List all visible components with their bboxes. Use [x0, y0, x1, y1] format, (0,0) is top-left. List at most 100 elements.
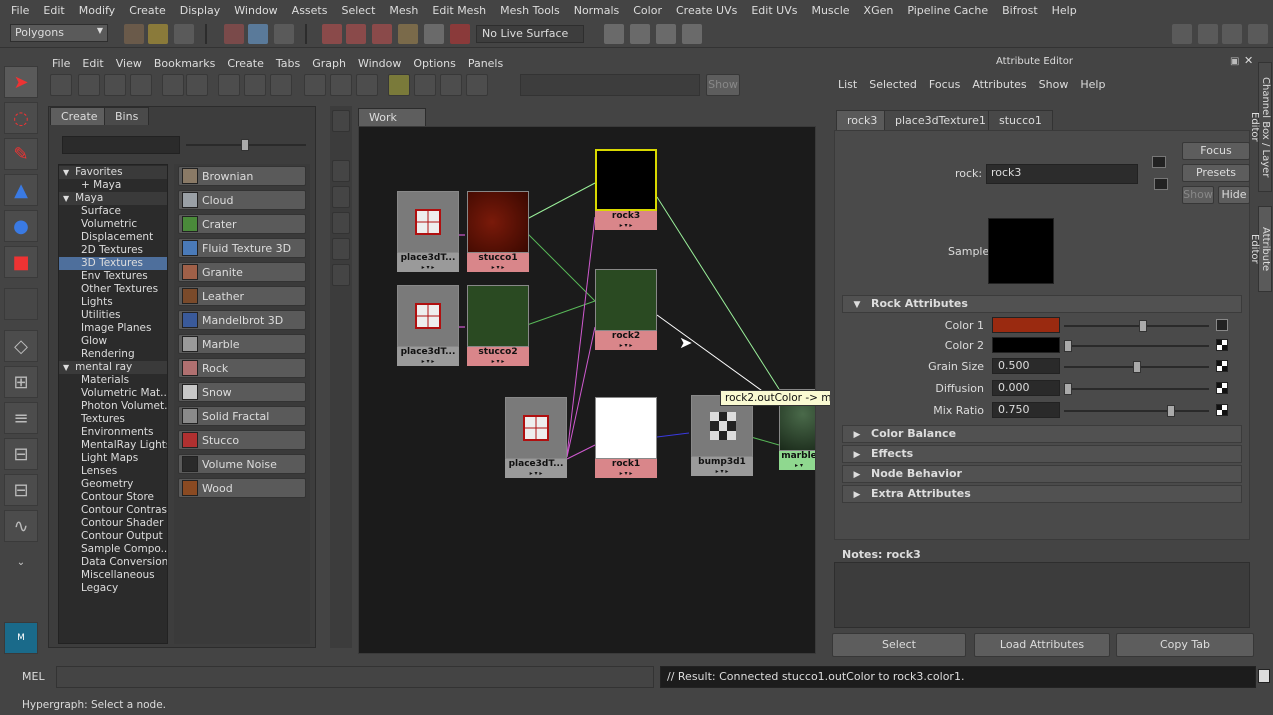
- attr-value-field[interactable]: 0.000: [992, 380, 1060, 396]
- open-scene-icon[interactable]: [148, 24, 168, 44]
- menu-help[interactable]: Help: [1045, 4, 1084, 17]
- tree-item-environments[interactable]: Environments: [59, 426, 167, 439]
- layout-bottom-icon[interactable]: [130, 74, 152, 96]
- attr-slider[interactable]: [1064, 340, 1209, 352]
- menu-xgen[interactable]: XGen: [857, 4, 901, 17]
- create-node-wood[interactable]: Wood: [178, 478, 306, 498]
- hg-menu-graph[interactable]: Graph: [306, 57, 352, 70]
- tree-item-3d-textures[interactable]: 3D Textures: [59, 257, 167, 270]
- toggle-labels-icon[interactable]: [414, 74, 436, 96]
- hg-menu-options[interactable]: Options: [407, 57, 461, 70]
- node-stucco1[interactable]: stucco1 ▸ ▾ ▸: [467, 191, 529, 277]
- menu-create-uvs[interactable]: Create UVs: [669, 4, 744, 17]
- float-icon[interactable]: ▣: [1230, 56, 1239, 67]
- tree-item-favorites[interactable]: ▼ Favorites: [59, 166, 167, 179]
- notes-field[interactable]: [834, 562, 1250, 628]
- section-rock-attributes[interactable]: ▼ Rock Attributes: [842, 295, 1242, 313]
- rotate-tool-icon[interactable]: ●: [4, 210, 38, 242]
- ae-menu-show[interactable]: Show: [1035, 78, 1077, 94]
- ae-menu-list[interactable]: List: [834, 78, 865, 94]
- attr-value-field[interactable]: 0.500: [992, 358, 1060, 374]
- tree-item-geometry[interactable]: Geometry: [59, 478, 167, 491]
- tree-item-lenses[interactable]: Lenses: [59, 465, 167, 478]
- go-output-icon[interactable]: [1154, 178, 1168, 190]
- select-hierarchy-icon[interactable]: [224, 24, 244, 44]
- node-place3d-1[interactable]: place3dT... ▸ ▾ ▸: [397, 191, 459, 277]
- layout-outliner-icon[interactable]: ≡: [4, 402, 38, 434]
- tree-item-contour-store[interactable]: Contour Store: [59, 491, 167, 504]
- ae-menu-selected[interactable]: Selected: [865, 78, 925, 94]
- layout-icon[interactable]: [1172, 24, 1192, 44]
- tree-item-other-textures[interactable]: Other Textures: [59, 283, 167, 296]
- tab-create[interactable]: Create: [50, 107, 109, 125]
- graph-view-icon[interactable]: [304, 74, 326, 96]
- render-settings-icon[interactable]: [682, 24, 702, 44]
- menu-window[interactable]: Window: [227, 4, 284, 17]
- slider-handle[interactable]: [1064, 340, 1072, 352]
- hg-menu-view[interactable]: View: [110, 57, 148, 70]
- node-ports[interactable]: ▸ ▾: [779, 462, 815, 470]
- ipr-render-icon[interactable]: [656, 24, 676, 44]
- color-swatch[interactable]: [992, 337, 1060, 353]
- select-tool-icon[interactable]: ➤: [4, 66, 38, 98]
- create-node-cloud[interactable]: Cloud: [178, 190, 306, 210]
- layout-single-icon[interactable]: ◇: [4, 330, 38, 362]
- create-node-marble[interactable]: Marble: [178, 334, 306, 354]
- tree-item-contour-contrast[interactable]: Contour Contrast: [59, 504, 167, 517]
- hg-menu-panels[interactable]: Panels: [462, 57, 509, 70]
- list-icon[interactable]: [50, 74, 72, 96]
- tree-item-rendering[interactable]: Rendering: [59, 348, 167, 361]
- filter-field[interactable]: [520, 74, 700, 96]
- tree-item-surface[interactable]: Surface: [59, 205, 167, 218]
- rearrange-icon[interactable]: [440, 74, 462, 96]
- load-attributes-button[interactable]: Load Attributes: [974, 633, 1110, 657]
- menu-create[interactable]: Create: [122, 4, 173, 17]
- tree-item-lights[interactable]: Lights: [59, 296, 167, 309]
- ae-menu-help[interactable]: Help: [1076, 78, 1113, 94]
- tab-place3dtexture1[interactable]: place3dTexture1: [884, 110, 997, 132]
- slider-handle[interactable]: [1166, 405, 1175, 417]
- node-place3d-2[interactable]: place3dT... ▸ ▾ ▸: [397, 285, 459, 371]
- tree-item-data-conversion[interactable]: Data Conversion: [59, 556, 167, 569]
- show-button[interactable]: Show: [1182, 186, 1214, 204]
- snap-surface-icon[interactable]: [424, 24, 444, 44]
- script-editor-icon[interactable]: [1258, 669, 1270, 683]
- node-ports[interactable]: ▸ ▾ ▸: [467, 358, 529, 366]
- checker-map-icon[interactable]: [1216, 339, 1228, 351]
- menu-edit-uvs[interactable]: Edit UVs: [744, 4, 804, 17]
- node-ports[interactable]: ▸ ▾ ▸: [595, 470, 657, 478]
- create-node-mandelbrot-3d[interactable]: Mandelbrot 3D: [178, 310, 306, 330]
- menu-mesh[interactable]: Mesh: [382, 4, 425, 17]
- tree-item-miscellaneous[interactable]: Miscellaneous: [59, 569, 167, 582]
- tree-item-materials[interactable]: Materials: [59, 374, 167, 387]
- focus-button[interactable]: Focus: [1182, 142, 1250, 160]
- tree-item-mentalray-lights[interactable]: MentalRay Lights: [59, 439, 167, 452]
- strip-button-icon[interactable]: [332, 110, 350, 132]
- node-ports[interactable]: ▸ ▾ ▸: [397, 358, 459, 366]
- hg-menu-edit[interactable]: Edit: [76, 57, 109, 70]
- remove-nodes-icon[interactable]: [270, 74, 292, 96]
- map-connected-icon[interactable]: [1216, 319, 1228, 331]
- snap-grid-icon[interactable]: [322, 24, 342, 44]
- toggle-swatch-icon[interactable]: [388, 74, 410, 96]
- snap-curve-icon[interactable]: [346, 24, 366, 44]
- attr-slider[interactable]: [1064, 383, 1209, 395]
- node-ports[interactable]: ▸ ▾ ▸: [595, 342, 657, 350]
- slider-handle[interactable]: [1064, 383, 1072, 395]
- tree-item-displacement[interactable]: Displacement: [59, 231, 167, 244]
- node-bump3d1[interactable]: bump3d1 ▸ ▾ ▸: [691, 395, 753, 481]
- tree-item-contour-shader[interactable]: Contour Shader: [59, 517, 167, 530]
- save-scene-icon[interactable]: [174, 24, 194, 44]
- paint-select-tool-icon[interactable]: ✎: [4, 138, 38, 170]
- create-node-fluid-texture-3d[interactable]: Fluid Texture 3D: [178, 238, 306, 258]
- side-tab-channel-box[interactable]: Channel Box / Layer Editor: [1249, 62, 1272, 192]
- menu-select[interactable]: Select: [334, 4, 382, 17]
- node-ports[interactable]: ▸ ▾ ▸: [595, 222, 657, 230]
- node-rock3[interactable]: rock3 ▸ ▾ ▸: [595, 149, 657, 235]
- copy-tab-button[interactable]: Copy Tab: [1116, 633, 1254, 657]
- node-ports[interactable]: ▸ ▾ ▸: [691, 468, 753, 476]
- menu-edit-mesh[interactable]: Edit Mesh: [425, 4, 493, 17]
- tree-item-2d-textures[interactable]: 2D Textures: [59, 244, 167, 257]
- color-swatch[interactable]: [992, 317, 1060, 333]
- menu-normals[interactable]: Normals: [567, 4, 627, 17]
